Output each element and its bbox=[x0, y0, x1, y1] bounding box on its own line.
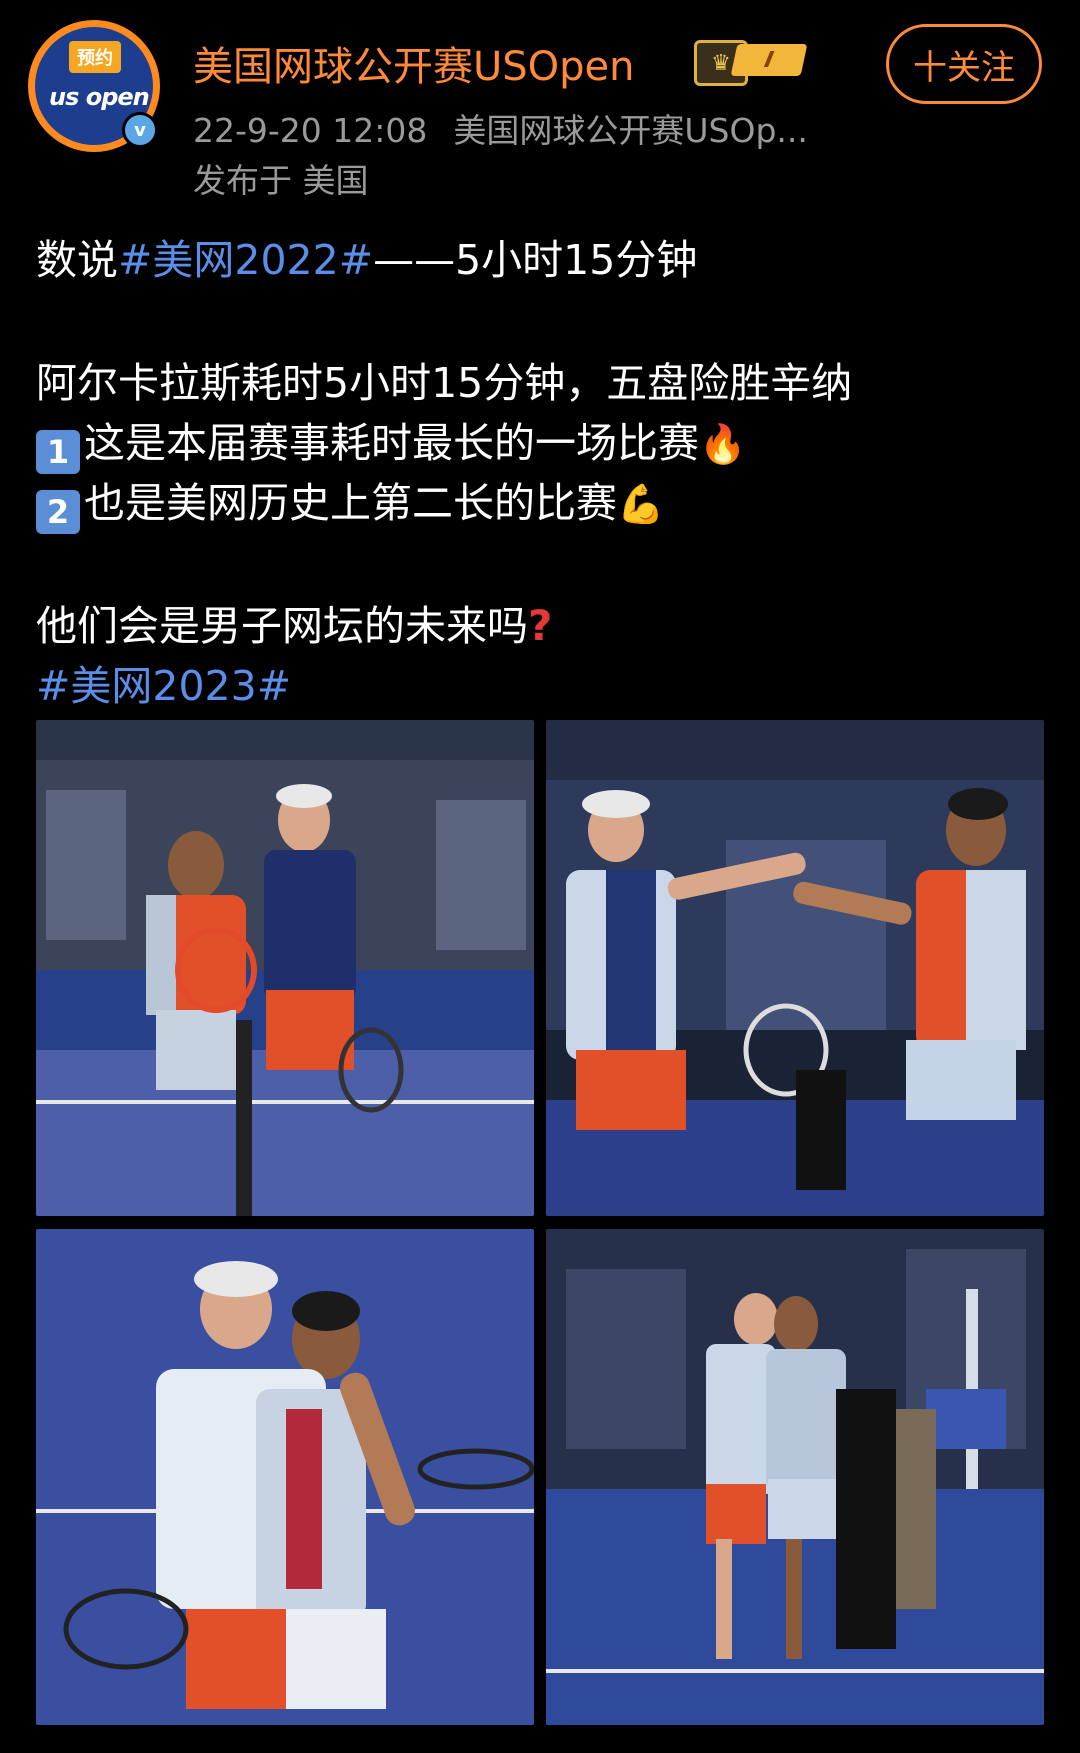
account-name[interactable]: 美国网球公开赛USOpen bbox=[193, 34, 635, 92]
post-meta: 22-9-20 12:08 美国网球公开赛USOp... bbox=[193, 104, 853, 152]
post-line-2: 阿尔卡拉斯耗时5小时15分钟，五盘险胜辛纳 bbox=[36, 359, 853, 407]
hashtag-link[interactable]: #美网2023# bbox=[36, 652, 291, 712]
keycap-2-icon: 2 bbox=[36, 490, 80, 534]
photo-2[interactable] bbox=[546, 720, 1044, 1216]
fire-icon: 🔥 bbox=[699, 422, 747, 466]
post-source[interactable]: 美国网球公开赛USOp... bbox=[453, 111, 808, 150]
post-text: 也是美网历史上第二长的比赛 bbox=[84, 479, 617, 527]
post-line-3: 1 这是本届赛事耗时最长的一场比赛🔥 bbox=[36, 409, 746, 474]
post-text: 他们会是男子网坛的未来吗 bbox=[36, 602, 528, 650]
badge-level: I bbox=[730, 44, 808, 76]
photo-4[interactable] bbox=[546, 1229, 1044, 1725]
photo-3-image bbox=[36, 1229, 534, 1725]
photo-2-image bbox=[546, 720, 1044, 1216]
keycap-1-icon: 1 bbox=[36, 430, 80, 474]
photo-4-image bbox=[546, 1229, 1044, 1725]
logo-text: us open bbox=[49, 83, 150, 111]
follow-button[interactable]: 十关注 bbox=[886, 24, 1042, 104]
post-text: 数说 bbox=[36, 236, 118, 284]
weibo-post: 预约 us open v 美国网球公开赛USOpen ♛ I 十关注 22-9-… bbox=[0, 0, 1080, 1753]
avatar[interactable]: 预约 us open v bbox=[28, 20, 164, 156]
flexed-biceps-icon: 💪 bbox=[617, 482, 665, 526]
question-mark-icon: ? bbox=[528, 601, 553, 650]
post-text: ——5小时15分钟 bbox=[373, 236, 698, 284]
post-location: 发布于 美国 bbox=[193, 161, 369, 200]
reservation-tag: 预约 bbox=[69, 41, 121, 73]
post-text: 这是本届赛事耗时最长的一场比赛 bbox=[84, 419, 699, 467]
post-line-4: 2 也是美网历史上第二长的比赛💪 bbox=[36, 469, 664, 534]
timestamp: 22-9-20 12:08 bbox=[193, 111, 428, 150]
verified-icon: v bbox=[122, 112, 158, 148]
post-line-5: 他们会是男子网坛的未来吗? bbox=[36, 592, 552, 652]
photo-1-image bbox=[36, 720, 534, 1216]
vip-badge[interactable]: ♛ I bbox=[694, 38, 810, 86]
post-line-1: 数说#美网2022#——5小时15分钟 bbox=[36, 226, 697, 286]
photo-1[interactable] bbox=[36, 720, 534, 1216]
photo-3[interactable] bbox=[36, 1229, 534, 1725]
hashtag-link[interactable]: #美网2022# bbox=[118, 236, 373, 284]
